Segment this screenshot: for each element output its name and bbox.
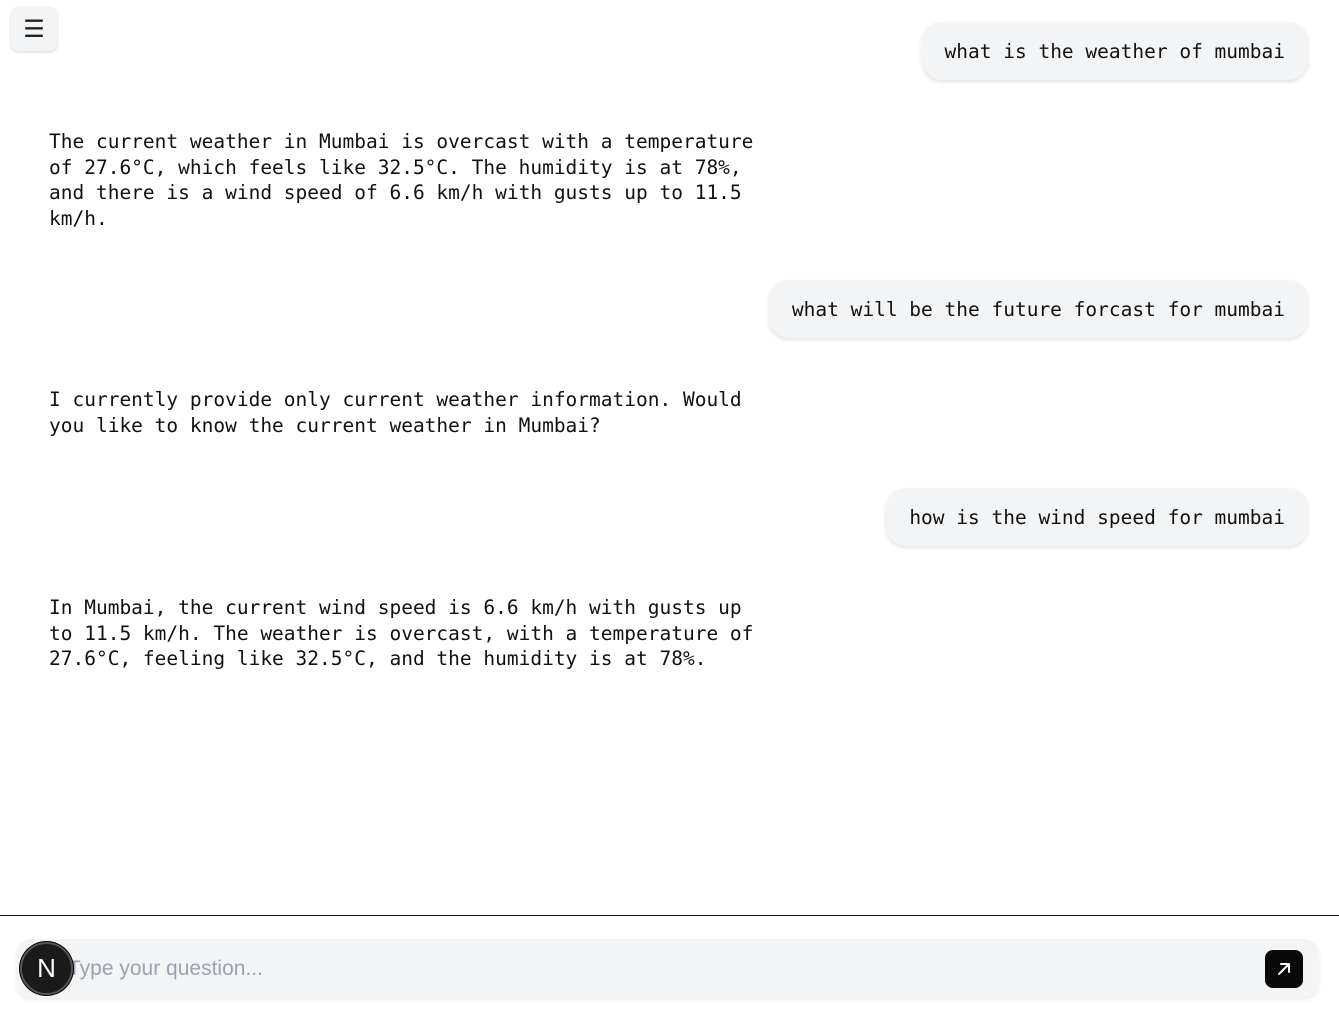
user-message: what will be the future forcast for mumb… (768, 280, 1308, 338)
assistant-message: The current weather in Mumbai is overcas… (49, 130, 754, 230)
user-message: what is the weather of mumbai (921, 22, 1308, 80)
arrow-up-right-icon (1278, 963, 1290, 975)
assistant-message: In Mumbai, the current wind speed is 6.6… (49, 596, 754, 670)
assistant-message: I currently provide only current weather… (49, 388, 742, 437)
n-logo-badge[interactable]: N (20, 942, 73, 995)
badge-letter: N (37, 953, 56, 983)
question-input[interactable] (68, 939, 1218, 998)
hamburger-icon: ☰ (23, 15, 45, 43)
menu-button[interactable]: ☰ (11, 7, 57, 51)
user-message: how is the wind speed for mumbai (886, 488, 1308, 546)
composer-divider (0, 915, 1339, 916)
send-button[interactable] (1265, 950, 1303, 988)
composer (16, 939, 1319, 998)
